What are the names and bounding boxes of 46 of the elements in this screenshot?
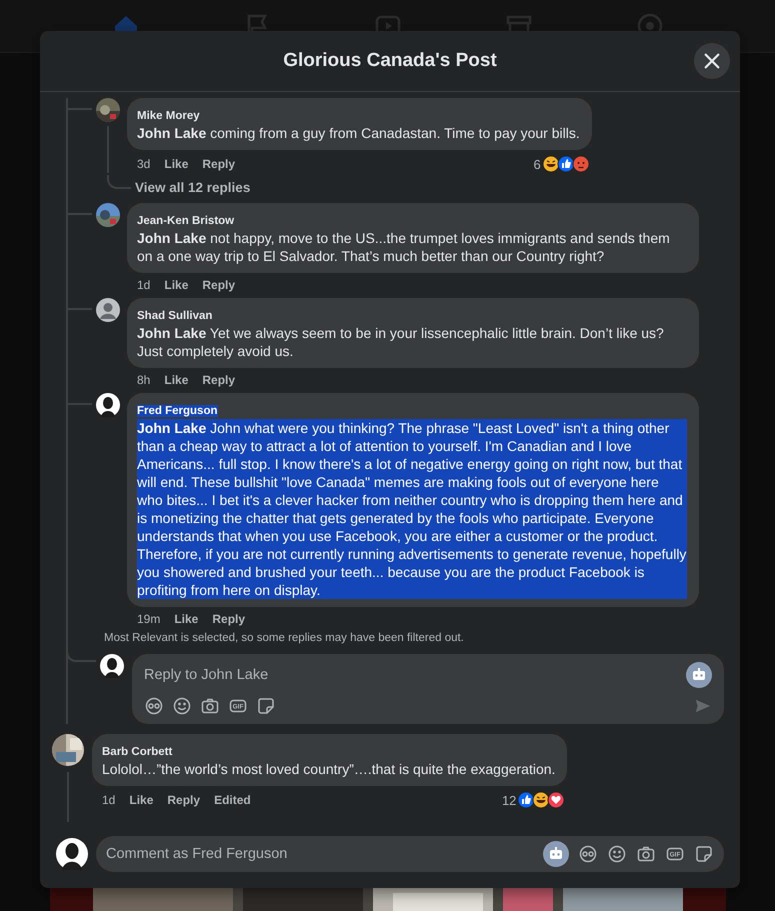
comment-action[interactable]: Like (129, 793, 154, 807)
emoji-icon[interactable] (172, 696, 192, 716)
comment-time[interactable]: 1d (102, 793, 116, 807)
comment-text: Lololol…”the world’s most loved country”….that is quite the exaggeration. (102, 760, 556, 778)
comment-text: John Lake not happy, move to the US...the trumpet loves immigrants and sends them on a one way trip to El Salvador. That’s much better than our Country right? (137, 229, 671, 265)
camera-icon[interactable] (636, 844, 656, 864)
comment-action[interactable]: Reply (212, 612, 246, 626)
comment-text: John Lake coming from a guy from Canadastan. Time to pay your bills. (137, 124, 580, 142)
avatar-icon[interactable] (100, 654, 124, 678)
comment-time[interactable]: 3d (137, 157, 150, 171)
comment-action[interactable]: Like (164, 373, 188, 387)
comment-action[interactable]: Reply (202, 157, 236, 171)
comment-action[interactable]: Like (164, 278, 188, 292)
reaction-count[interactable]: 6 (534, 156, 541, 172)
sticker-icon[interactable] (694, 844, 714, 864)
comment-action[interactable]: Edited (214, 793, 251, 807)
close-icon (703, 52, 721, 70)
filter-note: Most Relevant is selected, so some replies may have been filtered out. (104, 632, 465, 644)
comment-author[interactable]: Barb Corbett (102, 746, 172, 758)
robot-icon[interactable] (686, 662, 712, 688)
comment-action[interactable]: Reply (202, 373, 236, 387)
dialog-title: Glorious Canada's Post (283, 50, 497, 72)
comment-text: John Lake Yet we always seem to be in your lissencephalic little brain. Don’t like us? Just completely avoid us. (137, 324, 665, 360)
avatar-icon[interactable] (56, 838, 88, 870)
comment-time[interactable]: 19m (137, 612, 160, 626)
robot-icon[interactable] (543, 841, 569, 867)
comment-author[interactable]: Fred Ferguson (137, 405, 218, 417)
reaction-count[interactable]: 12 (502, 792, 516, 808)
comment-time[interactable]: 8h (137, 373, 150, 387)
comment-time[interactable]: 1d (137, 278, 150, 292)
close-button[interactable] (694, 43, 730, 79)
comment-action[interactable]: Reply (202, 278, 236, 292)
emoji-icon[interactable] (607, 844, 627, 864)
comment-text: John Lake John what were you thinking? The phrase "Least Loved" isn't a thing other than a cheap way to attract a lot of attention to yourself. I'm Canadian and I love Americans... full stop. I know there's a lot of negative energy going on right now, but that will end. These bullshit "love Canada" memes are making fools out of everyone here who bites... I bet it's a clever hacker from neither country who is dropping them here and is monetizing the chatter that gets generated by the fools who participate. Everyone understands that when you use Facebook, you are either a customer or the product. Therefore, if you are not currently running advertisements to generate revenue, hopefully you showered and brushed your teeth... because you are the product Facebook is profiting from here on display. (137, 419, 687, 599)
comment-author[interactable]: Mike Morey (137, 110, 200, 122)
view-replies-link[interactable]: View all 12 replies (135, 179, 250, 197)
comment-action[interactable]: Reply (167, 793, 200, 807)
thread-line (107, 175, 131, 189)
avatar-sticker-icon[interactable] (144, 696, 164, 716)
comment-action[interactable]: Like (164, 157, 188, 171)
avatar-sticker-icon[interactable] (578, 844, 598, 864)
camera-icon[interactable] (200, 696, 220, 716)
comment-author[interactable]: Shad Sullivan (137, 310, 212, 322)
comment-action[interactable]: Like (174, 612, 198, 626)
comment-author[interactable]: Jean-Ken Bristow (137, 215, 234, 227)
sticker-icon[interactable] (256, 696, 276, 716)
